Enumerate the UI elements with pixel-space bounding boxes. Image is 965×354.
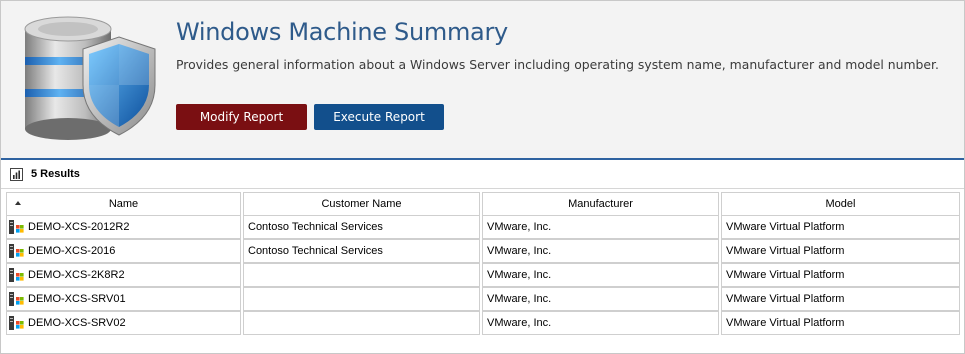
windows-server-icon [9,316,24,330]
header-divider [1,158,964,160]
cell-model: VMware Virtual Platform [721,311,960,335]
windows-server-icon [9,268,24,282]
cell-model: VMware Virtual Platform [721,263,960,287]
cell-manufacturer: VMware, Inc. [482,216,719,239]
table-header-row: Name Customer Name Manufacturer Model [6,192,960,216]
cell-manufacturer: VMware, Inc. [482,311,719,335]
report-window: Windows Machine Summary Provides general… [0,0,965,354]
table-row[interactable]: DEMO-XCS-SRV01 VMware, Inc. VMware Virtu… [6,287,960,311]
results-bar: 5 Results [1,161,964,189]
cell-model: VMware Virtual Platform [721,239,960,263]
cell-name[interactable]: DEMO-XCS-SRV01 [6,287,241,311]
windows-server-icon [9,220,24,234]
report-header: Windows Machine Summary Provides general… [1,1,964,158]
windows-server-icon [9,244,24,258]
cell-manufacturer: VMware, Inc. [482,287,719,311]
windows-server-icon [9,292,24,306]
cell-manufacturer: VMware, Inc. [482,239,719,263]
column-header-customer-name[interactable]: Customer Name [243,192,480,216]
sort-ascending-icon [15,201,21,205]
cell-customer [243,263,480,287]
table-row[interactable]: DEMO-XCS-SRV02 VMware, Inc. VMware Virtu… [6,311,960,335]
table-row[interactable]: DEMO-XCS-2016 Contoso Technical Services… [6,239,960,263]
table-row[interactable]: DEMO-XCS-2K8R2 VMware, Inc. VMware Virtu… [6,263,960,287]
results-count: 5 Results [31,168,80,180]
chart-icon [10,168,23,181]
cell-model: VMware Virtual Platform [721,287,960,311]
cell-customer [243,311,480,335]
column-header-manufacturer[interactable]: Manufacturer [482,192,719,216]
cell-model: VMware Virtual Platform [721,216,960,239]
results-table: Name Customer Name Manufacturer Model DE… [4,192,962,335]
report-description: Provides general information about a Win… [176,57,939,72]
cell-name[interactable]: DEMO-XCS-2012R2 [6,216,241,239]
cell-customer: Contoso Technical Services [243,216,480,239]
cell-name[interactable]: DEMO-XCS-SRV02 [6,311,241,335]
column-header-name[interactable]: Name [6,192,241,216]
database-shield-icon [24,16,156,140]
cell-customer [243,287,480,311]
modify-report-button[interactable]: Modify Report [176,104,307,130]
cell-name[interactable]: DEMO-XCS-2K8R2 [6,263,241,287]
cell-customer: Contoso Technical Services [243,239,480,263]
cell-name[interactable]: DEMO-XCS-2016 [6,239,241,263]
page-title: Windows Machine Summary [176,18,508,46]
execute-report-button[interactable]: Execute Report [314,104,444,130]
column-header-model[interactable]: Model [721,192,960,216]
table-row[interactable]: DEMO-XCS-2012R2 Contoso Technical Servic… [6,216,960,239]
cell-manufacturer: VMware, Inc. [482,263,719,287]
